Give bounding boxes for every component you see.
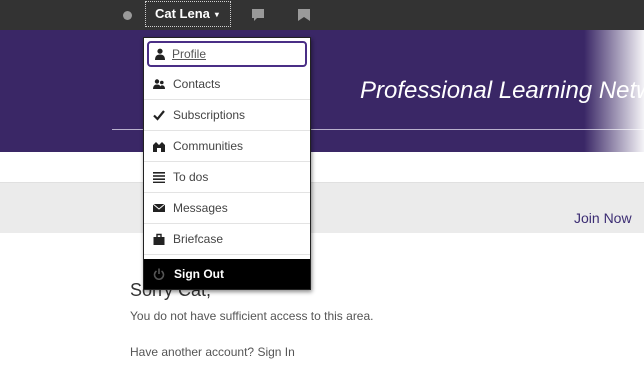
- menu-item-communities[interactable]: Communities: [144, 131, 310, 162]
- menu-item-label: Subscriptions: [173, 108, 246, 122]
- caret-down-icon: ▾: [214, 10, 219, 19]
- chat-icon[interactable]: [251, 8, 265, 22]
- menu-item-briefcase[interactable]: Briefcase: [144, 224, 310, 255]
- sign-out-button[interactable]: Sign Out: [144, 259, 310, 289]
- banner-fade: [584, 30, 644, 152]
- menu-item-todos[interactable]: To dos: [144, 162, 310, 193]
- menu-item-profile[interactable]: Profile: [147, 41, 307, 67]
- menu-item-label: Messages: [173, 201, 228, 215]
- bookmark-icon[interactable]: [297, 8, 311, 22]
- menu-item-contacts[interactable]: Contacts: [144, 69, 310, 100]
- menu-item-messages[interactable]: Messages: [144, 193, 310, 224]
- people-icon: [153, 79, 165, 89]
- subnav-bar: [0, 182, 644, 233]
- user-dropdown-menu: Profile Contacts Subscriptions Communiti…: [143, 37, 311, 290]
- another-account-prefix: Have another account?: [130, 345, 255, 359]
- status-dot-icon: [123, 11, 132, 20]
- menu-item-label: To dos: [173, 170, 209, 184]
- menu-item-subscriptions[interactable]: Subscriptions: [144, 100, 310, 131]
- sign-in-link[interactable]: Sign In: [257, 345, 294, 359]
- user-menu-button[interactable]: Cat Lena ▾: [145, 1, 231, 27]
- join-now-link[interactable]: Join Now: [574, 210, 632, 226]
- checkmark-icon: [153, 110, 165, 121]
- top-bar: Cat Lena ▾: [0, 0, 644, 30]
- access-message: You do not have sufficient access to thi…: [130, 309, 374, 323]
- menu-item-label: Profile: [172, 47, 207, 61]
- menu-item-label: Briefcase: [173, 232, 224, 246]
- briefcase-icon: [153, 233, 165, 245]
- menu-item-label: Contacts: [173, 77, 221, 91]
- power-icon: [153, 268, 165, 280]
- menu-item-label: Communities: [173, 139, 244, 153]
- user-name: Cat Lena: [155, 6, 210, 21]
- community-icon: [153, 142, 165, 152]
- envelope-icon: [153, 203, 165, 212]
- sign-out-label: Sign Out: [174, 267, 224, 281]
- another-account-text: Have another account? Sign In: [130, 345, 295, 359]
- list-icon: [153, 172, 165, 183]
- person-icon: [155, 48, 165, 60]
